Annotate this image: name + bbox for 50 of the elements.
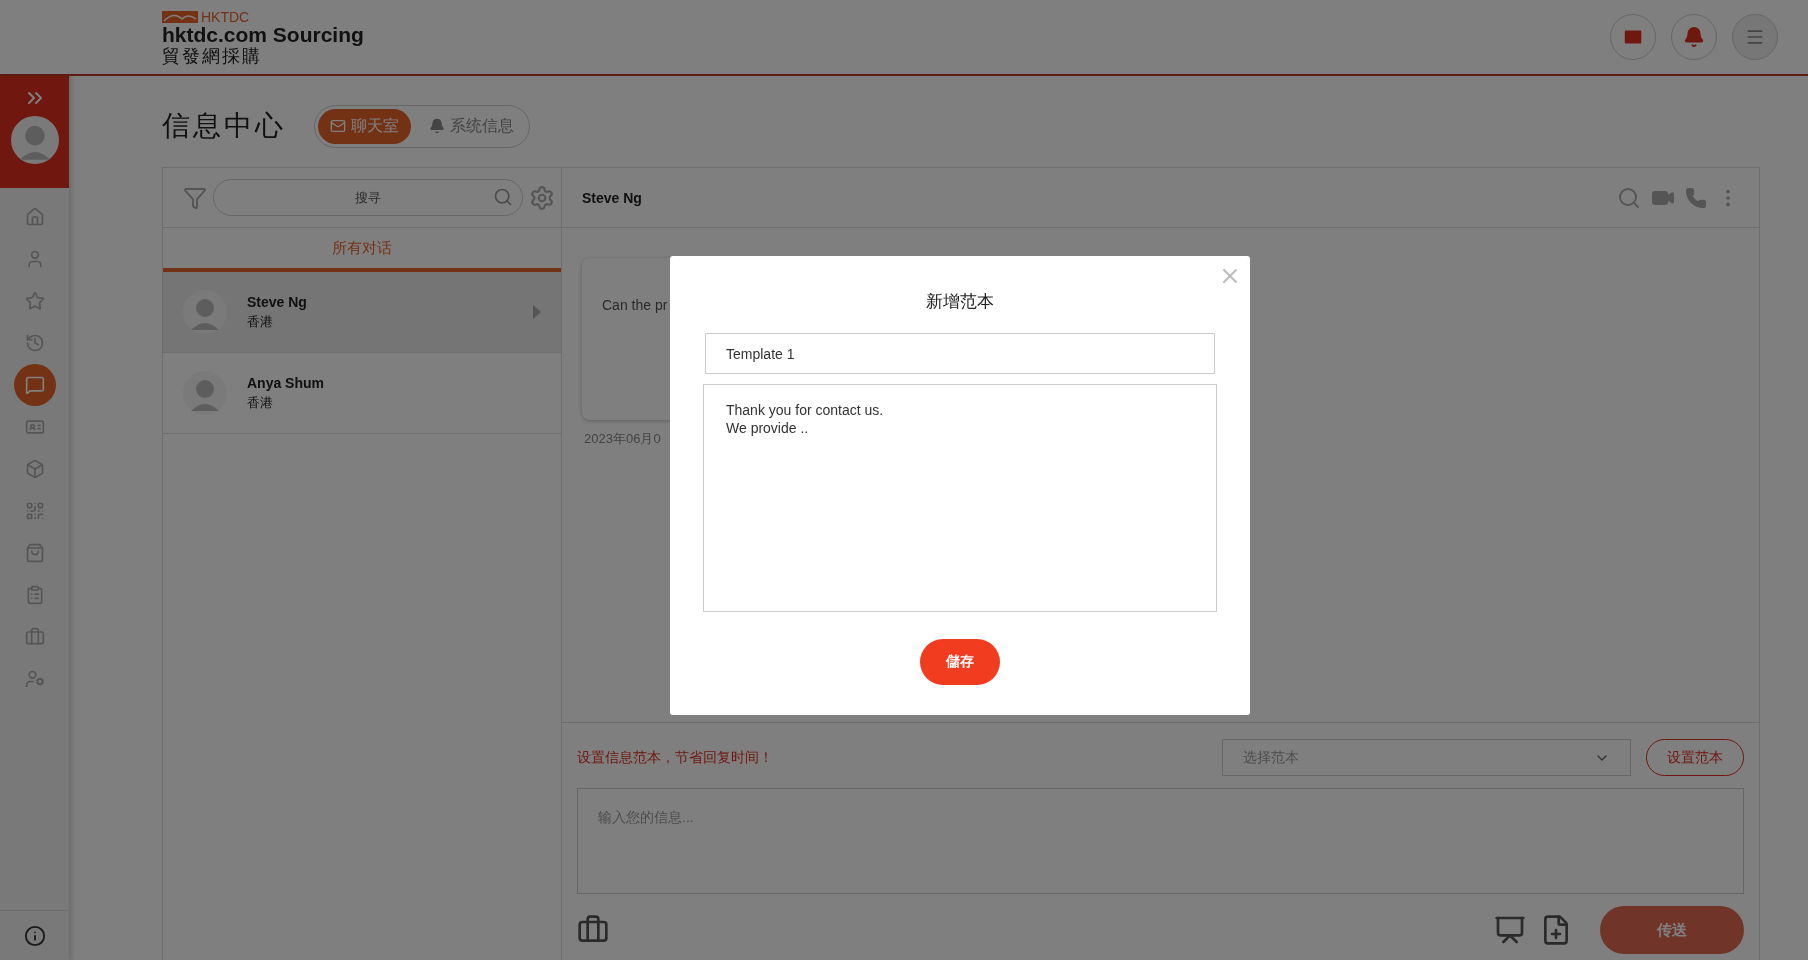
template-hint: 设置信息范本，节省回复时间！ (577, 748, 773, 767)
contact-name: Steve Ng (247, 293, 308, 310)
bell-icon (429, 118, 445, 134)
search-icon (493, 187, 513, 207)
conversation-item[interactable]: Steve Ng 香港 (163, 272, 561, 353)
shopping-bag-icon (24, 543, 45, 563)
settings-icon[interactable] (529, 184, 555, 211)
id-card-icon (24, 417, 45, 437)
chat-icon (24, 375, 45, 395)
profile-avatar-icon (10, 116, 59, 164)
dialog-title: 新增范本 (926, 291, 994, 313)
template-name-field[interactable]: Template 1 (705, 333, 1215, 374)
brand-mark: HKTDC (201, 9, 250, 24)
notification-button[interactable] (1671, 14, 1717, 60)
star-icon (24, 291, 45, 311)
chat-nav-button[interactable] (13, 364, 56, 406)
message-text: Can the pr (602, 297, 668, 313)
page-title: 信息中心 (162, 109, 286, 143)
set-template-button[interactable]: 设置范本 (1646, 739, 1744, 776)
filter-icon[interactable] (183, 185, 207, 210)
user-settings-icon (24, 669, 45, 689)
caret-icon (533, 305, 541, 319)
save-button[interactable]: 儲存 (920, 639, 1000, 685)
qr-code-icon (24, 501, 45, 521)
site-title: hktdc.com Sourcing (162, 23, 364, 45)
contact-name: Anya Shum (247, 374, 325, 391)
mail-button[interactable] (1610, 14, 1656, 60)
message-date: 2023年06月0 (584, 430, 661, 448)
tab[interactable]: 系统信息 (417, 108, 526, 144)
contact-region: 香港 (247, 393, 274, 412)
menu-button[interactable] (1732, 14, 1778, 60)
search-icon[interactable] (1617, 185, 1641, 210)
contact-region: 香港 (247, 312, 274, 331)
history-icon (24, 333, 45, 353)
home-icon (24, 207, 45, 227)
bell-icon (1683, 26, 1705, 48)
site-subtitle: 貿發網採購 (162, 46, 263, 65)
search-field[interactable]: 搜寻 (213, 179, 523, 216)
presenter-icon[interactable] (1494, 914, 1526, 946)
tab-label: 聊天室 (351, 115, 399, 136)
info-icon[interactable] (23, 924, 46, 947)
briefcase-icon (24, 627, 45, 647)
logo-icon (162, 10, 198, 23)
phone-icon[interactable] (1685, 186, 1707, 209)
chat-contact-name: Steve Ng (582, 189, 642, 206)
box-icon (24, 459, 45, 479)
tab-label: 系统信息 (450, 115, 514, 136)
template-body-field[interactable]: Thank you for contact us. We provide .. (703, 384, 1217, 612)
menu-icon (1745, 27, 1765, 47)
tab[interactable]: 聊天室 (318, 108, 411, 144)
